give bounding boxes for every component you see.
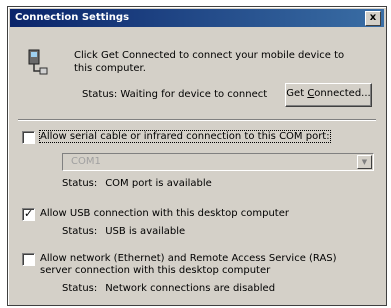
usb-status: Status: USB is available: [62, 226, 185, 237]
mobile-device-icon: [28, 49, 48, 75]
network-status: Status: Network connections are disabled: [62, 283, 275, 294]
com-port-select[interactable]: COM1 ▼: [62, 153, 374, 171]
get-connected-button[interactable]: Get Connected...: [285, 83, 372, 107]
usb-check-mark: ✓: [24, 207, 34, 220]
dialog-content: Click Get Connected to connect your mobi…: [12, 31, 382, 301]
separator: [18, 119, 376, 121]
serial-checkbox[interactable]: [22, 131, 35, 144]
connection-settings-window: Connection Settings x Click Get Connecte…: [7, 6, 387, 306]
network-label[interactable]: Allow network (Ethernet) and Remote Acce…: [40, 253, 360, 277]
status-label: Status:: [82, 89, 118, 100]
get-connected-label-prefix: Get: [286, 88, 308, 99]
serial-status: Status: COM port is available: [62, 178, 212, 189]
com-port-value: COM1: [71, 156, 101, 167]
network-checkbox[interactable]: [22, 253, 35, 266]
network-status-label: Status:: [62, 283, 98, 294]
title-bar[interactable]: Connection Settings x: [10, 9, 384, 27]
usb-status-value: USB is available: [105, 226, 186, 237]
serial-label[interactable]: Allow serial cable or infrared connectio…: [39, 130, 331, 143]
serial-status-value: COM port is available: [105, 178, 212, 189]
window-title: Connection Settings: [15, 12, 130, 23]
usb-label[interactable]: Allow USB connection with this desktop c…: [40, 208, 289, 219]
serial-status-label: Status:: [62, 178, 98, 189]
close-button[interactable]: x: [365, 11, 381, 26]
connection-status: Status: Waiting for device to connect: [82, 89, 267, 100]
network-status-value: Network connections are disabled: [105, 283, 276, 294]
get-connected-label-suffix: onnected...: [314, 88, 371, 99]
chevron-down-icon[interactable]: ▼: [357, 155, 372, 169]
usb-checkbox[interactable]: ✓: [22, 207, 35, 221]
intro-text: Click Get Connected to connect your mobi…: [74, 50, 345, 74]
usb-status-label: Status:: [62, 226, 98, 237]
status-value: Waiting for device to connect: [120, 89, 268, 100]
